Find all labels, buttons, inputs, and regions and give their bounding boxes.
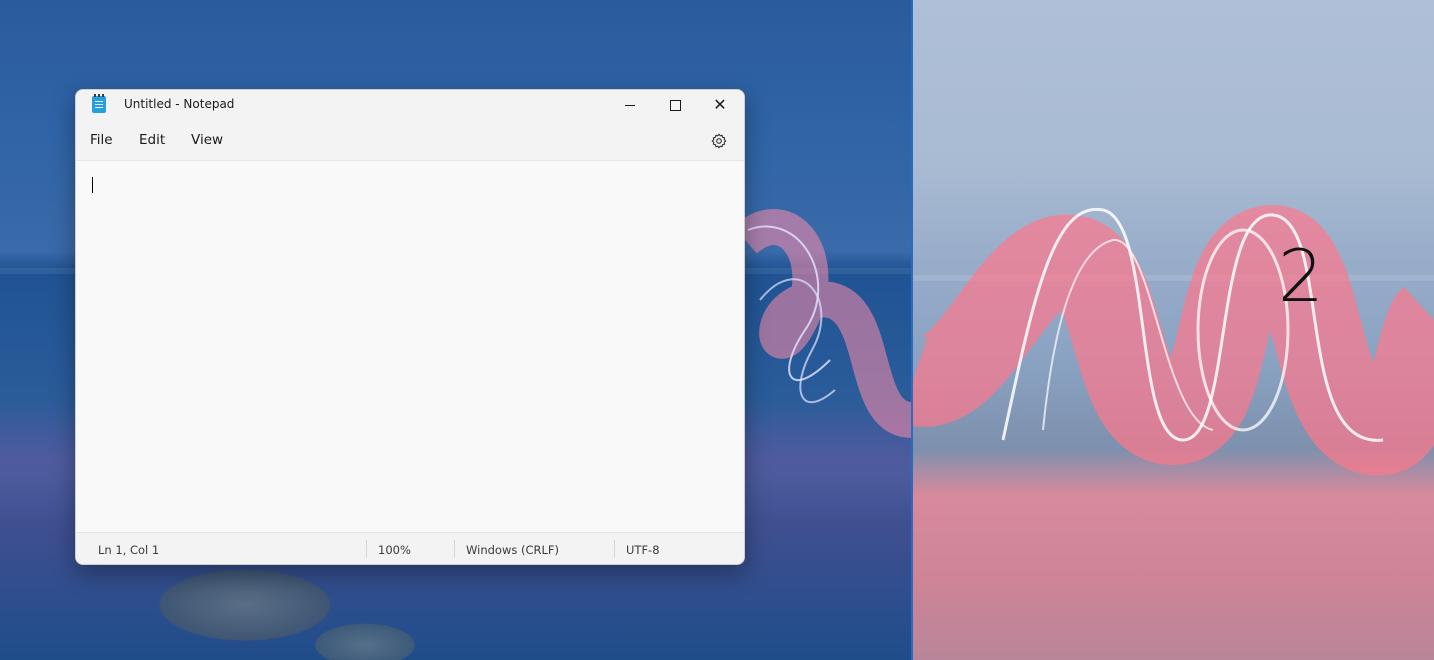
notepad-window[interactable]: Untitled - Notepad ✕ File Edit View Ln 1…: [75, 89, 745, 565]
status-divider: [614, 540, 615, 558]
status-divider: [454, 540, 455, 558]
maximize-button[interactable]: [652, 90, 698, 120]
notepad-icon: [92, 94, 106, 113]
menu-bar: File Edit View: [76, 120, 744, 161]
encoding: UTF-8: [626, 543, 660, 557]
close-icon: ✕: [713, 95, 727, 114]
window-title: Untitled - Notepad: [124, 97, 235, 111]
display-divider: [911, 0, 913, 660]
title-bar[interactable]: Untitled - Notepad ✕: [76, 90, 744, 120]
status-divider: [366, 540, 367, 558]
wallpaper-ribbon-right: [913, 204, 1434, 476]
menu-edit[interactable]: Edit: [139, 132, 165, 148]
text-caret: [92, 177, 93, 193]
maximize-icon: [669, 99, 681, 111]
zoom-level: 100%: [378, 543, 411, 557]
settings-button[interactable]: [709, 131, 729, 151]
line-ending: Windows (CRLF): [466, 543, 560, 557]
display-identifier: 2: [1278, 234, 1324, 318]
close-button[interactable]: ✕: [697, 90, 743, 120]
minimize-icon: [625, 104, 635, 106]
gear-icon: [711, 133, 727, 149]
status-bar: Ln 1, Col 1 100% Windows (CRLF) UTF-8: [76, 532, 744, 564]
text-editor[interactable]: [76, 161, 744, 532]
cursor-position: Ln 1, Col 1: [98, 543, 160, 557]
minimize-button[interactable]: [607, 90, 653, 120]
desktop-wallpaper-right: 2: [913, 0, 1434, 660]
menu-file[interactable]: File: [90, 132, 113, 148]
menu-view[interactable]: View: [191, 132, 223, 148]
